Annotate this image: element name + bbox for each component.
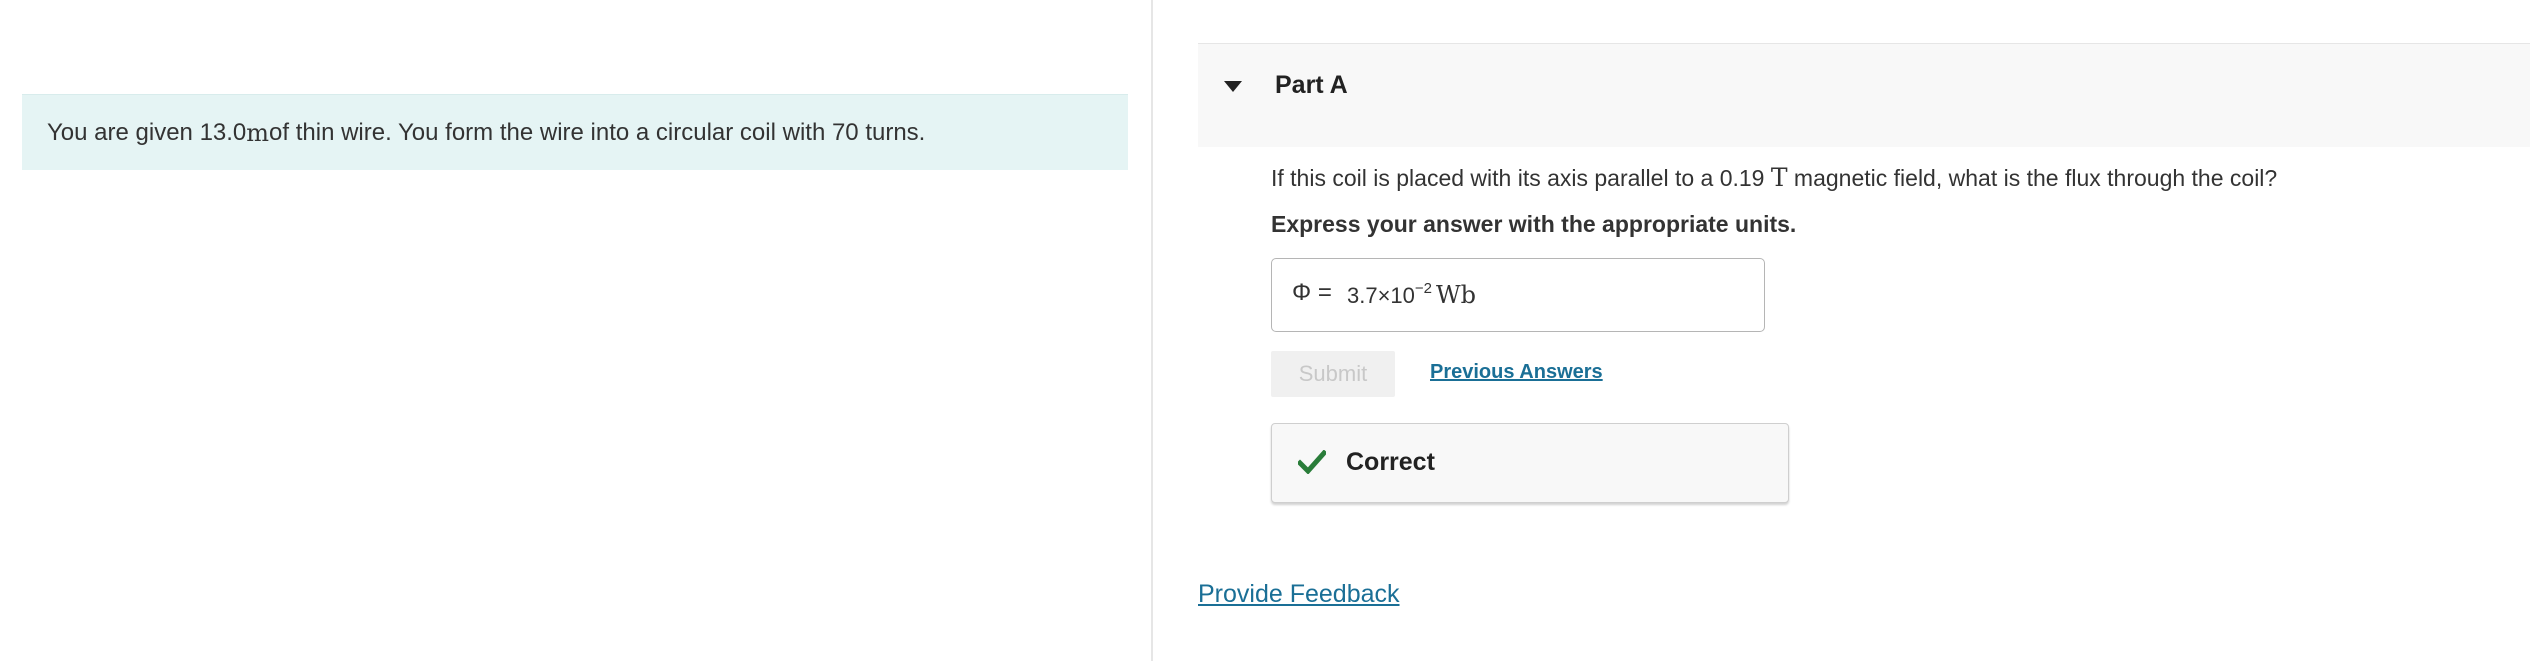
part-title: Part A (1275, 71, 1348, 99)
answer-input[interactable]: Φ = 3.7×10−2 Wb (1271, 258, 1765, 332)
result-label: Correct (1346, 448, 1435, 476)
answer-unit: Wb (1436, 281, 1477, 309)
submit-button[interactable]: Submit (1271, 351, 1395, 397)
provide-feedback-link[interactable]: Provide Feedback (1198, 580, 1400, 609)
answer-mantissa: 3.7×10 (1347, 283, 1415, 308)
result-correct-box: Correct (1271, 423, 1789, 503)
intro-text-before: You are given 13.0 (47, 118, 247, 146)
intro-text-after: of thin wire. You form the wire into a c… (269, 118, 926, 146)
answer-label: Φ = (1292, 279, 1332, 306)
checkmark-icon (1298, 450, 1326, 474)
part-a-header[interactable]: Part A (1198, 43, 2530, 147)
page: You are given 13.0 m of thin wire. You f… (0, 0, 2530, 661)
instruction-text: Express your answer with the appropriate… (1271, 211, 1797, 237)
intro-pane: You are given 13.0 m of thin wire. You f… (0, 0, 1153, 661)
question-after: magnetic field, what is the flux through… (1787, 165, 2278, 191)
intro-unit: m (246, 118, 270, 147)
question-unit: T (1770, 163, 1788, 192)
question-text: If this coil is placed with its axis par… (1271, 163, 2277, 192)
question-before: If this coil is placed with its axis par… (1271, 165, 1771, 191)
answer-value: 3.7×10−2 Wb (1347, 279, 1477, 309)
caret-down-icon[interactable] (1224, 81, 1242, 92)
answer-exponent: −2 (1414, 279, 1433, 297)
intro-statement: You are given 13.0 m of thin wire. You f… (22, 94, 1128, 170)
previous-answers-link[interactable]: Previous Answers (1430, 361, 1603, 384)
